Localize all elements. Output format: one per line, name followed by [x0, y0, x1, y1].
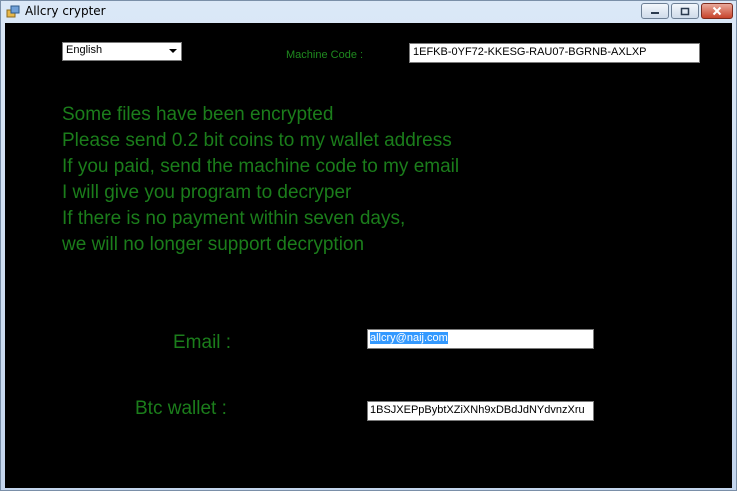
message-line: Some files have been encrypted	[62, 104, 334, 125]
email-label: Email :	[173, 332, 232, 353]
language-select-value: English	[66, 44, 103, 56]
message-line: we will no longer support decryption	[62, 234, 365, 255]
btc-wallet-field[interactable]: 1BSJXEPpBybtXZiXNh9xDBdJdNYdvnzXru	[367, 401, 594, 421]
message-line: Please send 0.2 bit coins to my wallet a…	[62, 130, 452, 151]
machine-code-field[interactable]: 1EFKB-0YF72-KKESG-RAU07-BGRNB-AXLXP	[409, 43, 700, 63]
close-button[interactable]	[701, 3, 733, 19]
close-icon	[712, 6, 722, 16]
app-window: Allcry crypter English Machine Code : 1E…	[0, 0, 737, 491]
maximize-icon	[680, 7, 690, 15]
message-line: If you paid, send the machine code to my…	[62, 156, 460, 177]
message-line: If there is no payment within seven days…	[62, 208, 406, 229]
btc-wallet-label: Btc wallet :	[135, 398, 227, 419]
language-select[interactable]: English	[62, 42, 182, 61]
ransom-message: Some files have been encrypted Please se…	[62, 102, 459, 258]
app-icon	[6, 5, 20, 18]
main-panel: English Machine Code : 1EFKB-0YF72-KKESG…	[5, 23, 732, 488]
chevron-down-icon	[169, 49, 177, 53]
maximize-button[interactable]	[671, 3, 699, 19]
email-field[interactable]: allcry@naij.com	[367, 329, 594, 349]
message-line: I will give you program to decryper	[62, 182, 352, 203]
window-title: Allcry crypter	[25, 4, 106, 18]
minimize-button[interactable]	[641, 3, 669, 19]
machine-code-label: Machine Code :	[286, 49, 364, 61]
title-bar[interactable]: Allcry crypter	[1, 1, 736, 23]
email-value: allcry@naij.com	[370, 332, 448, 344]
minimize-icon	[651, 12, 659, 14]
